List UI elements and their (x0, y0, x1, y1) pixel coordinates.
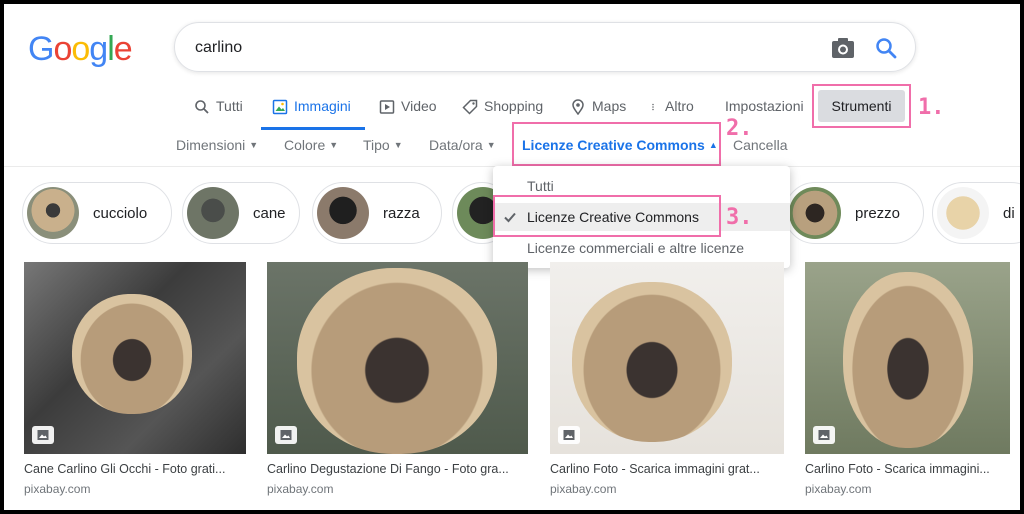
active-tab-indicator (261, 127, 365, 130)
chip-label: prezzo (855, 204, 901, 222)
camera-icon[interactable] (831, 37, 855, 59)
pug-photo (297, 268, 497, 454)
image-icon (280, 430, 292, 440)
image-icon (563, 430, 575, 440)
tab-all[interactable]: Tutti (194, 98, 243, 128)
result-image[interactable] (805, 262, 1010, 454)
pug-photo (843, 272, 973, 448)
image-type-icon (558, 426, 580, 444)
search-input[interactable] (195, 35, 795, 61)
chip-label: razza (383, 204, 420, 222)
caret-up-icon: ▲ (708, 140, 718, 150)
caret-down-icon: ▼ (329, 140, 339, 150)
tab-video[interactable]: Video (379, 98, 437, 128)
image-type-icon (275, 426, 297, 444)
tab-label: Shopping (484, 98, 544, 114)
tab-label: Immagini (294, 98, 351, 114)
result-title[interactable]: Carlino Degustazione Di Fango - Foto gra… (267, 462, 528, 476)
result-source[interactable]: pixabay.com (805, 482, 1010, 496)
image-type-icon (813, 426, 835, 444)
logo-letter: o (53, 30, 72, 68)
image-type-icon (32, 426, 54, 444)
image-result[interactable]: Cane Carlino Gli Occhi - Foto grati... p… (24, 262, 246, 496)
step-label: 3. (726, 205, 753, 230)
related-chip[interactable]: razza (312, 182, 442, 244)
result-source[interactable]: pixabay.com (267, 482, 528, 496)
image-result[interactable]: Carlino Foto - Scarica immagini grat... … (550, 262, 784, 496)
image-icon (818, 430, 830, 440)
related-chip[interactable]: di (932, 182, 1020, 244)
filter-label: Data/ora (429, 137, 483, 153)
chip-label: cucciolo (93, 204, 148, 222)
result-source[interactable]: pixabay.com (24, 482, 246, 496)
menu-item-commercial[interactable]: Licenze commerciali e altre licenze (493, 234, 790, 262)
related-chip[interactable]: cucciolo (22, 182, 172, 244)
annotation-box (493, 195, 721, 237)
chip-thumbnail (317, 187, 369, 239)
search-box (174, 22, 916, 72)
tab-images[interactable]: Immagini (272, 98, 351, 128)
related-chip[interactable]: cane (182, 182, 300, 244)
filter-date[interactable]: Data/ora ▼ (429, 137, 496, 153)
chip-thumbnail (789, 187, 841, 239)
filter-type[interactable]: Tipo ▼ (363, 137, 403, 153)
tab-label: Altro (665, 98, 694, 114)
pin-icon (572, 99, 584, 115)
image-result[interactable]: Carlino Degustazione Di Fango - Foto gra… (267, 262, 528, 496)
filter-label: Dimensioni (176, 137, 246, 153)
pug-photo (572, 282, 732, 442)
pug-photo (72, 294, 192, 414)
filter-license[interactable]: Licenze Creative Commons ▲ (522, 137, 718, 153)
tools-button[interactable]: Strumenti (818, 90, 905, 122)
tab-label: Tutti (216, 98, 243, 114)
search-icon (195, 100, 209, 114)
caret-down-icon: ▼ (249, 140, 259, 150)
browser-page: Google Tutti Immagini Video Shopping Map… (4, 4, 1020, 510)
more-icon (652, 103, 654, 111)
result-title[interactable]: Cane Carlino Gli Occhi - Foto grati... (24, 462, 246, 476)
filter-label: Tipo (363, 137, 390, 153)
filter-size[interactable]: Dimensioni ▼ (176, 137, 258, 153)
result-source[interactable]: pixabay.com (550, 482, 784, 496)
step-label: 1. (918, 95, 945, 120)
result-image[interactable] (550, 262, 784, 454)
tag-icon (462, 99, 478, 115)
filter-label: Licenze Creative Commons (522, 137, 705, 153)
result-title[interactable]: Carlino Foto - Scarica immagini grat... (550, 462, 784, 476)
logo-letter: G (28, 30, 54, 68)
logo-letter: e (113, 30, 133, 68)
filter-label: Colore (284, 137, 326, 153)
google-logo[interactable]: Google (28, 30, 133, 69)
result-title[interactable]: Carlino Foto - Scarica immagini... (805, 462, 1010, 476)
chip-label: di (1003, 204, 1015, 222)
related-chip[interactable]: prezzo (784, 182, 924, 244)
filter-color[interactable]: Colore ▼ (284, 137, 338, 153)
result-image[interactable] (267, 262, 528, 454)
image-icon (37, 430, 49, 440)
chip-thumbnail (187, 187, 239, 239)
chip-thumbnail (937, 187, 989, 239)
chip-thumbnail (27, 187, 79, 239)
image-icon (272, 99, 288, 115)
tab-label: Maps (592, 98, 627, 114)
logo-letter: o (71, 30, 90, 68)
caret-down-icon: ▼ (393, 140, 403, 150)
caret-down-icon: ▼ (486, 140, 496, 150)
logo-letter: g (89, 30, 108, 68)
chip-label: cane (253, 204, 286, 222)
play-icon (379, 100, 395, 114)
clear-filters-link[interactable]: Cancella (733, 137, 787, 153)
image-result[interactable]: Carlino Foto - Scarica immagini... pixab… (805, 262, 1010, 496)
search-icon[interactable] (874, 36, 898, 60)
tab-label: Video (401, 98, 437, 114)
result-image[interactable] (24, 262, 246, 454)
settings-link[interactable]: Impostazioni (725, 98, 804, 114)
